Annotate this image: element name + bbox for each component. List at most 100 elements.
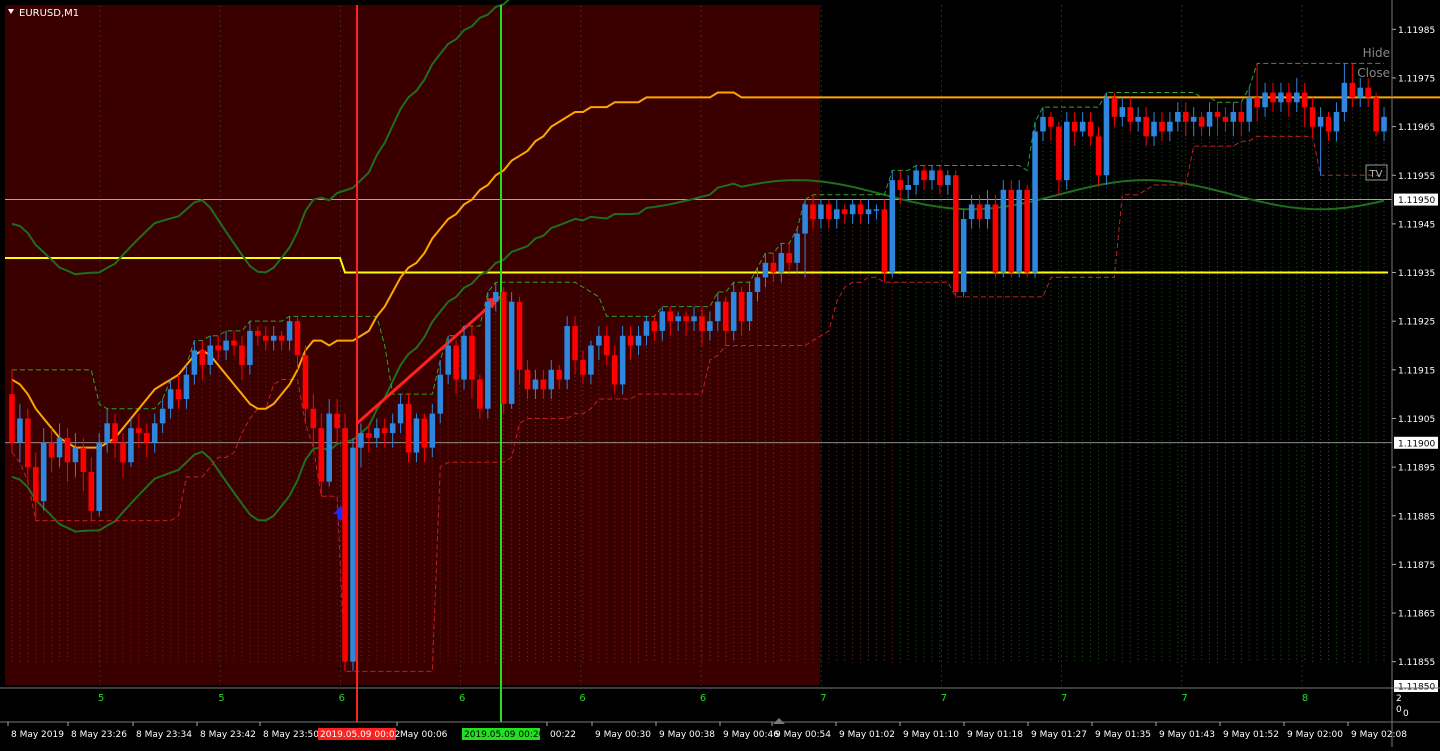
candle-body[interactable] [937, 170, 943, 185]
candle-body[interactable] [1230, 112, 1237, 122]
candle-body[interactable] [786, 253, 792, 263]
candle-body[interactable] [294, 321, 301, 356]
candle-body[interactable] [651, 321, 658, 331]
hide-button[interactable]: Hide [1363, 46, 1390, 60]
candle-body[interactable] [699, 316, 705, 331]
candle-body[interactable] [72, 447, 79, 463]
candle-body[interactable] [945, 175, 951, 185]
candle-body[interactable] [746, 291, 753, 322]
candle-body[interactable] [508, 301, 515, 404]
candle-body[interactable] [604, 335, 610, 356]
candle-body[interactable] [485, 301, 491, 409]
candle-body[interactable] [913, 170, 919, 185]
candle-body[interactable] [826, 204, 832, 220]
candle-body[interactable] [524, 369, 531, 390]
candle-body[interactable] [1278, 92, 1284, 103]
candle-body[interactable] [516, 301, 523, 370]
candle-body[interactable] [1190, 116, 1197, 122]
candle-body[interactable] [1008, 189, 1015, 273]
candle-body[interactable] [564, 326, 570, 380]
candle-body[interactable] [952, 175, 959, 292]
candle-body[interactable] [675, 316, 681, 322]
candle-body[interactable] [1182, 112, 1189, 122]
candle-body[interactable] [738, 291, 745, 322]
candle-body[interactable] [834, 209, 840, 220]
candle-body[interactable] [199, 350, 206, 365]
candle-body[interactable] [540, 379, 547, 390]
candle-body[interactable] [976, 204, 983, 220]
candle-body[interactable] [104, 423, 110, 443]
candle-body[interactable] [326, 413, 332, 482]
candle-body[interactable] [1357, 87, 1364, 98]
candle-body[interactable] [342, 428, 348, 662]
candle-body[interactable] [778, 253, 785, 273]
candle-body[interactable] [1175, 112, 1181, 122]
candle-body[interactable] [381, 428, 388, 434]
candle-body[interactable] [754, 277, 761, 292]
candle-body[interactable] [984, 204, 991, 220]
candle-body[interactable] [1294, 92, 1300, 103]
candle-body[interactable] [175, 389, 182, 400]
candle-body[interactable] [707, 321, 713, 331]
candle-body[interactable] [1048, 116, 1054, 127]
candle-body[interactable] [144, 433, 150, 443]
candle-body[interactable] [1262, 92, 1268, 108]
candle-body[interactable] [492, 291, 499, 302]
candle-body[interactable] [358, 433, 364, 448]
candle-body[interactable] [619, 335, 626, 385]
candle-body[interactable] [1000, 189, 1007, 273]
candle-body[interactable] [865, 209, 872, 215]
candle-body[interactable] [1016, 189, 1022, 273]
candle-body[interactable] [1135, 116, 1141, 122]
candle-body[interactable] [1151, 121, 1157, 137]
candle-body[interactable] [167, 389, 174, 409]
candle-body[interactable] [286, 321, 293, 341]
candle-body[interactable] [374, 428, 380, 438]
candle-body[interactable] [1349, 82, 1356, 98]
candle-body[interactable] [136, 428, 142, 434]
candle-body[interactable] [1198, 116, 1205, 127]
candle-body[interactable] [905, 184, 911, 190]
candle-body[interactable] [1032, 131, 1038, 273]
candle-body[interactable] [818, 204, 824, 220]
candle-body[interactable] [231, 340, 237, 346]
candle-body[interactable] [223, 340, 229, 351]
candle-body[interactable] [841, 209, 848, 215]
candle-body[interactable] [191, 350, 198, 375]
candle-body[interactable] [1341, 82, 1348, 113]
candle-body[interactable] [270, 335, 277, 341]
candle-body[interactable] [1270, 92, 1276, 103]
candle-body[interactable] [397, 403, 404, 424]
candle-body[interactable] [635, 335, 642, 346]
candle-body[interactable] [1365, 87, 1371, 98]
candle-body[interactable] [48, 442, 55, 458]
candle-body[interactable] [239, 345, 245, 365]
candle-body[interactable] [1254, 97, 1260, 108]
candle-body[interactable] [1325, 116, 1332, 132]
candle-body[interactable] [112, 423, 118, 443]
candle-body[interactable] [215, 345, 221, 351]
candle-body[interactable] [1167, 121, 1173, 132]
candle-body[interactable] [1301, 92, 1308, 108]
candle-body[interactable] [88, 471, 95, 511]
candle-body[interactable] [64, 437, 71, 463]
candle-body[interactable] [1214, 112, 1221, 117]
candle-body[interactable] [469, 335, 475, 380]
candle-body[interactable] [310, 408, 317, 429]
tv-button[interactable]: TV [1369, 169, 1383, 180]
candle-body[interactable] [128, 428, 134, 463]
candle-body[interactable] [730, 291, 737, 331]
candle-body[interactable] [667, 311, 674, 322]
candle-body[interactable] [461, 335, 467, 380]
candle-body[interactable] [17, 418, 23, 443]
candle-body[interactable] [151, 423, 158, 443]
candle-body[interactable] [627, 335, 634, 346]
candle-body[interactable] [500, 291, 507, 404]
candle-body[interactable] [992, 204, 999, 273]
candle-body[interactable] [849, 204, 856, 215]
candle-body[interactable] [683, 316, 689, 322]
candle-body[interactable] [413, 418, 420, 453]
candle-body[interactable] [120, 442, 126, 463]
candle-body[interactable] [1087, 121, 1094, 137]
candle-body[interactable] [262, 335, 269, 341]
